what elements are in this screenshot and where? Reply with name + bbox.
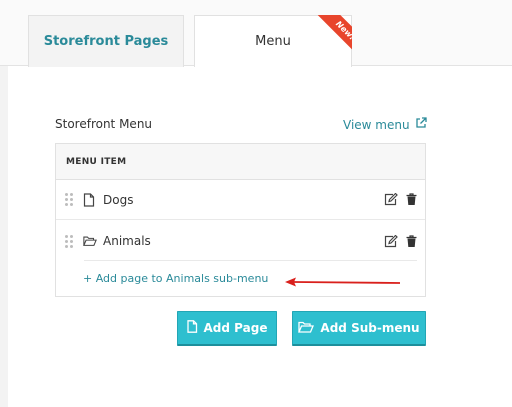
edit-icon[interactable] xyxy=(384,234,398,248)
add-page-label: Add Page xyxy=(203,321,268,335)
tab-label: Menu xyxy=(255,34,291,49)
trash-icon[interactable] xyxy=(406,234,417,248)
add-submenu-label: Add Sub-menu xyxy=(320,321,420,335)
tab-label: Storefront Pages xyxy=(43,34,169,49)
tab-storefront-pages[interactable]: Storefront Pages xyxy=(28,15,184,67)
drag-handle-icon[interactable] xyxy=(65,193,73,206)
tab-bar: Storefront Pages Menu New! xyxy=(0,0,512,67)
menu-item-label: Dogs xyxy=(103,192,134,207)
table-header: MENU ITEM xyxy=(56,144,425,180)
column-header-menu-item: MENU ITEM xyxy=(66,156,127,167)
drag-handle-icon[interactable] xyxy=(65,234,73,248)
table-row: Dogs xyxy=(56,180,425,220)
add-page-to-submenu-link[interactable]: + Add page to Animals sub-menu xyxy=(83,272,268,285)
divider xyxy=(84,260,417,261)
view-menu-link[interactable]: View menu xyxy=(343,117,427,132)
menu-item-label: Animals xyxy=(103,234,151,248)
annotation-arrow-icon xyxy=(285,277,401,287)
edit-icon[interactable] xyxy=(384,193,398,206)
view-menu-label: View menu xyxy=(343,117,410,132)
tab-menu[interactable]: Menu New! xyxy=(194,15,352,67)
page-icon xyxy=(83,192,97,207)
add-page-button[interactable]: Add Page xyxy=(177,311,277,346)
table-row: Animals xyxy=(56,221,425,261)
trash-icon[interactable] xyxy=(406,193,417,206)
new-badge: New! xyxy=(308,15,352,59)
section-title: Storefront Menu xyxy=(55,117,153,131)
new-badge-text: New! xyxy=(314,15,352,59)
folder-open-icon xyxy=(83,234,97,248)
external-link-icon xyxy=(415,117,427,132)
folder-open-icon xyxy=(298,321,315,336)
page-icon xyxy=(186,320,198,336)
add-submenu-button[interactable]: Add Sub-menu xyxy=(292,311,426,346)
